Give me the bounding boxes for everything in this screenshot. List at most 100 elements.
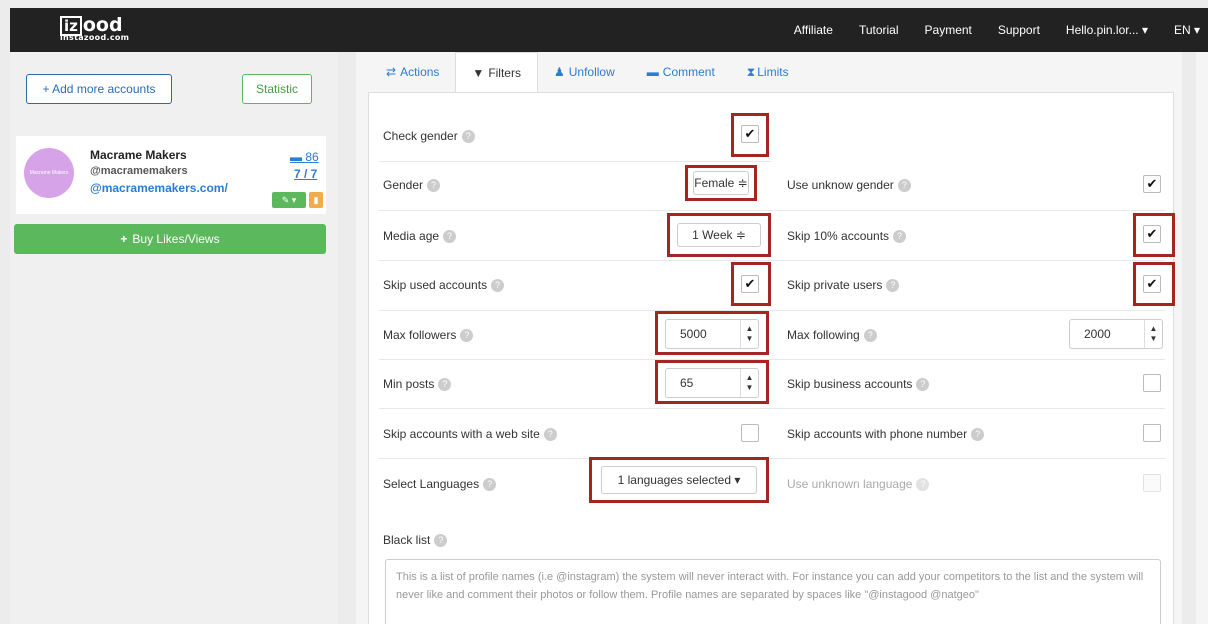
help-icon[interactable]: ? xyxy=(491,279,505,293)
min-posts-label: Min posts? xyxy=(383,377,452,392)
help-icon[interactable]: ? xyxy=(483,478,497,492)
nav-user-menu[interactable]: Hello.pin.lor... ▾ xyxy=(1066,23,1148,37)
up-arrow-icon: ▲ xyxy=(1149,324,1158,333)
tab-filters[interactable]: ▼ Filters xyxy=(455,52,538,92)
edit-dropdown-button[interactable]: ✎ ▾ xyxy=(272,192,306,208)
max-followers-label: Max followers? xyxy=(383,328,474,343)
help-icon[interactable]: ? xyxy=(886,279,900,293)
buy-likes-button[interactable]: + Buy Likes/Views xyxy=(14,224,326,254)
arrows-icon: ⇄ xyxy=(386,65,397,79)
top-nav-links: Affiliate Tutorial Payment Support Hello… xyxy=(794,8,1208,52)
checkmark-icon: ✔ xyxy=(744,126,756,141)
min-posts-input[interactable]: 65 ▲ ▼ xyxy=(665,368,759,398)
skip-website-checkbox[interactable] xyxy=(741,424,759,442)
tab-label: Actions xyxy=(400,65,440,79)
help-icon[interactable]: ? xyxy=(461,130,475,144)
skip-used-accounts-checkbox[interactable]: ✔ xyxy=(741,275,759,293)
help-icon[interactable]: ? xyxy=(427,179,441,193)
use-unknow-gender-label: Use unknow gender? xyxy=(787,178,911,193)
delete-button[interactable]: ▮ xyxy=(309,192,323,208)
divider xyxy=(379,210,1165,211)
max-following-input[interactable]: 2000 ▲ ▼ xyxy=(1069,319,1163,349)
help-icon[interactable]: ? xyxy=(893,230,907,244)
use-unknown-language-label: Use unknown language? xyxy=(787,477,930,492)
help-icon[interactable]: ? xyxy=(443,230,457,244)
help-icon[interactable]: ? xyxy=(438,378,452,392)
skip-private-users-label: Skip private users? xyxy=(787,278,900,293)
tab-unfollow[interactable]: ♟ Unfollow xyxy=(538,52,631,92)
skip-business-accounts-label: Skip business accounts? xyxy=(787,377,930,392)
account-card[interactable]: Macrame Makers Macrame Makers @macramema… xyxy=(16,136,326,214)
nav-affiliate[interactable]: Affiliate xyxy=(794,23,833,37)
skip-business-accounts-checkbox[interactable] xyxy=(1143,374,1161,392)
select-languages-label: Select Languages? xyxy=(383,477,497,492)
max-following-label: Max following? xyxy=(787,328,877,343)
skip-website-label: Skip accounts with a web site? xyxy=(383,427,557,442)
filters-panel: Check gender? ✔ Gender? Female ≑ Use unk… xyxy=(368,92,1175,624)
divider xyxy=(379,310,1165,311)
down-arrow-icon: ▼ xyxy=(745,383,754,392)
help-icon[interactable]: ? xyxy=(460,329,474,343)
tab-label: Filters xyxy=(488,65,521,80)
use-unknow-gender-checkbox[interactable]: ✔ xyxy=(1143,175,1161,193)
tab-limits[interactable]: ⧗ Limits xyxy=(731,52,805,92)
logo-subtitle: instazood.com xyxy=(60,33,130,42)
help-icon[interactable]: ? xyxy=(434,534,448,548)
check-gender-checkbox[interactable]: ✔ xyxy=(741,125,759,143)
help-icon[interactable]: ? xyxy=(897,179,911,193)
plus-icon: + xyxy=(120,232,128,246)
skip-phone-checkbox[interactable] xyxy=(1143,424,1161,442)
nav-language[interactable]: EN ▾ xyxy=(1174,23,1200,37)
help-icon[interactable]: ? xyxy=(916,478,930,492)
number-spinner[interactable]: ▲ ▼ xyxy=(740,320,758,348)
top-navbar: iz ood instazood.com Affiliate Tutorial P… xyxy=(10,8,1208,52)
number-spinner[interactable]: ▲ ▼ xyxy=(1144,320,1162,348)
filter-icon: ▼ xyxy=(472,65,485,80)
nav-support[interactable]: Support xyxy=(998,23,1040,37)
up-arrow-icon: ▲ xyxy=(745,373,754,382)
tab-comment[interactable]: ▬ Comment xyxy=(631,52,731,92)
nav-payment[interactable]: Payment xyxy=(925,23,972,37)
buy-likes-label: Buy Likes/Views xyxy=(132,232,220,246)
max-following-value: 2000 xyxy=(1084,327,1111,341)
comment-icon: ▬ xyxy=(290,150,302,164)
black-list-textarea[interactable]: This is a list of profile names (i.e @in… xyxy=(385,559,1161,624)
help-icon[interactable]: ? xyxy=(863,329,877,343)
nav-tutorial[interactable]: Tutorial xyxy=(859,23,899,37)
divider xyxy=(379,408,1165,409)
trash-icon: ▮ xyxy=(313,194,319,205)
comments-count-link[interactable]: ▬ 86 xyxy=(290,150,319,164)
check-gender-label: Check gender? xyxy=(383,129,475,144)
help-icon[interactable]: ? xyxy=(916,378,930,392)
skip-10-percent-checkbox[interactable]: ✔ xyxy=(1143,225,1161,243)
select-languages-dropdown[interactable]: 1 languages selected ▾ xyxy=(601,466,757,494)
statistic-button[interactable]: Statistic xyxy=(242,74,312,104)
account-url[interactable]: @macramemakers.com/ xyxy=(90,181,228,195)
account-username: @macramemakers xyxy=(90,165,188,177)
ratio-link[interactable]: 7 / 7 xyxy=(294,167,317,181)
use-unknown-language-checkbox[interactable] xyxy=(1143,474,1161,492)
max-followers-value: 5000 xyxy=(680,327,707,341)
checkmark-icon: ✔ xyxy=(744,276,756,291)
skip-10-percent-label: Skip 10% accounts? xyxy=(787,229,907,244)
down-arrow-icon: ▼ xyxy=(745,334,754,343)
min-posts-value: 65 xyxy=(680,376,694,390)
accounts-sidebar: + Add more accounts Statistic Macrame Ma… xyxy=(10,52,338,624)
black-list-label: Black list? xyxy=(383,533,448,548)
instazood-logo[interactable]: iz ood instazood.com xyxy=(60,14,129,42)
max-followers-input[interactable]: 5000 ▲ ▼ xyxy=(665,319,759,349)
media-age-select[interactable]: 1 Week ≑ xyxy=(677,223,761,247)
number-spinner[interactable]: ▲ ▼ xyxy=(740,369,758,397)
comment-icon: ▬ xyxy=(646,65,659,79)
gender-select[interactable]: Female ≑ xyxy=(693,171,749,195)
divider xyxy=(379,260,1165,261)
pencil-icon: ✎ ▾ xyxy=(281,194,297,205)
divider xyxy=(379,161,771,162)
help-icon[interactable]: ? xyxy=(971,428,985,442)
tab-actions[interactable]: ⇄ Actions xyxy=(370,52,455,92)
avatar: Macrame Makers xyxy=(24,148,74,198)
add-accounts-button[interactable]: + Add more accounts xyxy=(26,74,172,104)
skip-private-users-checkbox[interactable]: ✔ xyxy=(1143,275,1161,293)
help-icon[interactable]: ? xyxy=(543,428,557,442)
checkmark-icon: ✔ xyxy=(1146,226,1158,241)
